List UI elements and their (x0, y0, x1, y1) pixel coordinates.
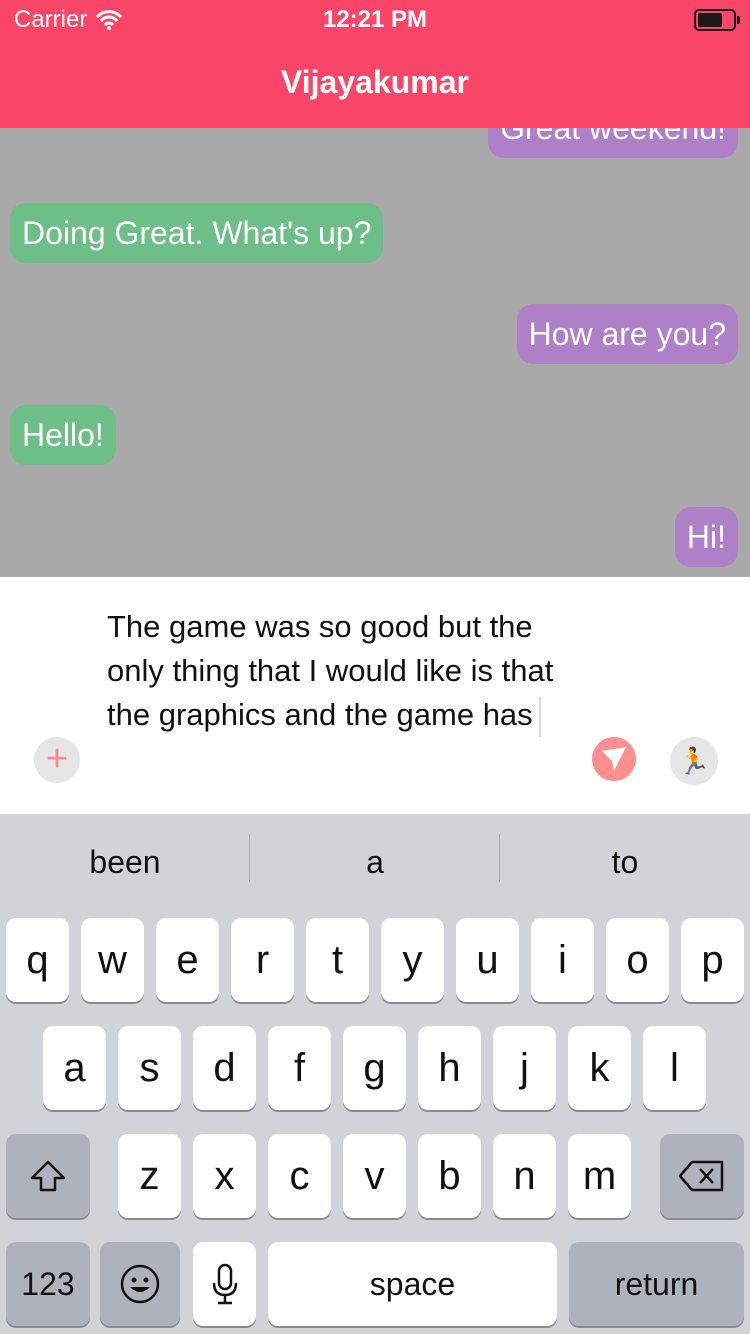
key-v[interactable]: v (343, 1134, 406, 1218)
key-s[interactable]: s (118, 1026, 181, 1110)
status-time: 12:21 PM (322, 6, 428, 33)
suggestion-bar: been a to (0, 814, 750, 914)
key-d[interactable]: d (193, 1026, 256, 1110)
send-button[interactable] (592, 737, 636, 781)
key-e[interactable]: e (156, 918, 219, 1002)
chat-bubble-outgoing: How are you? (516, 304, 738, 364)
backspace-icon (678, 1160, 724, 1192)
key-a[interactable]: a (43, 1026, 106, 1110)
key-z[interactable]: z (118, 1134, 181, 1218)
battery-icon (694, 9, 740, 31)
chat-area[interactable]: Great weekend! Doing Great. What's up? H… (0, 128, 750, 577)
chat-bubble-outgoing: Hi! (674, 507, 738, 567)
chat-bubble-incoming: Doing Great. What's up? (10, 203, 384, 263)
activity-button[interactable]: 🏃 (670, 737, 718, 785)
numbers-key[interactable]: 123 (6, 1242, 90, 1326)
key-f[interactable]: f (268, 1026, 331, 1110)
key-n[interactable]: n (493, 1134, 556, 1218)
key-j[interactable]: j (493, 1026, 556, 1110)
microphone-icon (212, 1263, 237, 1305)
chat-bubble-outgoing: Great weekend! (488, 128, 738, 158)
page-title: Vijayakumar (281, 64, 469, 100)
keyboard: been a to q w e r t y u i o p a s d f g … (0, 814, 750, 1334)
space-key[interactable]: space (268, 1242, 557, 1326)
key-q[interactable]: q (6, 918, 69, 1002)
message-input-text: The game was so good but the only thing … (107, 609, 562, 732)
chat-bubble-incoming: Hello! (10, 405, 116, 465)
key-l[interactable]: l (643, 1026, 706, 1110)
suggestion-item[interactable]: been (0, 844, 250, 881)
key-o[interactable]: o (606, 918, 669, 1002)
send-icon (602, 747, 626, 771)
text-caret (538, 696, 541, 737)
key-x[interactable]: x (193, 1134, 256, 1218)
plus-icon: + (45, 738, 69, 780)
shift-key[interactable] (6, 1134, 90, 1218)
delete-key[interactable] (660, 1134, 744, 1218)
add-attachment-button[interactable]: + (34, 737, 80, 783)
key-t[interactable]: t (306, 918, 369, 1002)
key-k[interactable]: k (568, 1026, 631, 1110)
emoji-key[interactable] (100, 1242, 180, 1326)
microphone-key[interactable] (193, 1242, 256, 1326)
emoji-icon (120, 1264, 160, 1304)
key-y[interactable]: y (381, 918, 444, 1002)
key-p[interactable]: p (681, 918, 744, 1002)
walking-person-icon: 🏃 (677, 746, 711, 776)
key-h[interactable]: h (418, 1026, 481, 1110)
key-i[interactable]: i (531, 918, 594, 1002)
key-b[interactable]: b (418, 1134, 481, 1218)
key-u[interactable]: u (456, 918, 519, 1002)
shift-icon (30, 1160, 66, 1192)
key-w[interactable]: w (81, 918, 144, 1002)
suggestion-item[interactable]: a (250, 844, 500, 881)
return-key[interactable]: return (569, 1242, 744, 1326)
message-input[interactable]: The game was so good but the only thing … (107, 605, 587, 737)
key-c[interactable]: c (268, 1134, 331, 1218)
navigation-bar: Carrier 12:21 PM Vijayakumar (0, 0, 750, 128)
key-m[interactable]: m (568, 1134, 631, 1218)
suggestion-item[interactable]: to (500, 844, 750, 881)
key-g[interactable]: g (343, 1026, 406, 1110)
key-r[interactable]: r (231, 918, 294, 1002)
